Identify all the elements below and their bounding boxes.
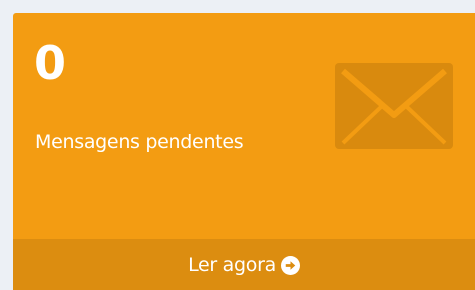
read-now-label: Ler agora — [188, 253, 276, 276]
read-now-link[interactable]: Ler agora — [13, 239, 475, 290]
pending-messages-card: 0 Mensagens pendentes Ler agora — [13, 13, 475, 290]
pending-messages-count: 0 — [34, 36, 67, 90]
pending-messages-label: Mensagens pendentes — [35, 131, 244, 153]
envelope-icon — [335, 63, 453, 149]
arrow-circle-right-icon — [280, 256, 300, 275]
